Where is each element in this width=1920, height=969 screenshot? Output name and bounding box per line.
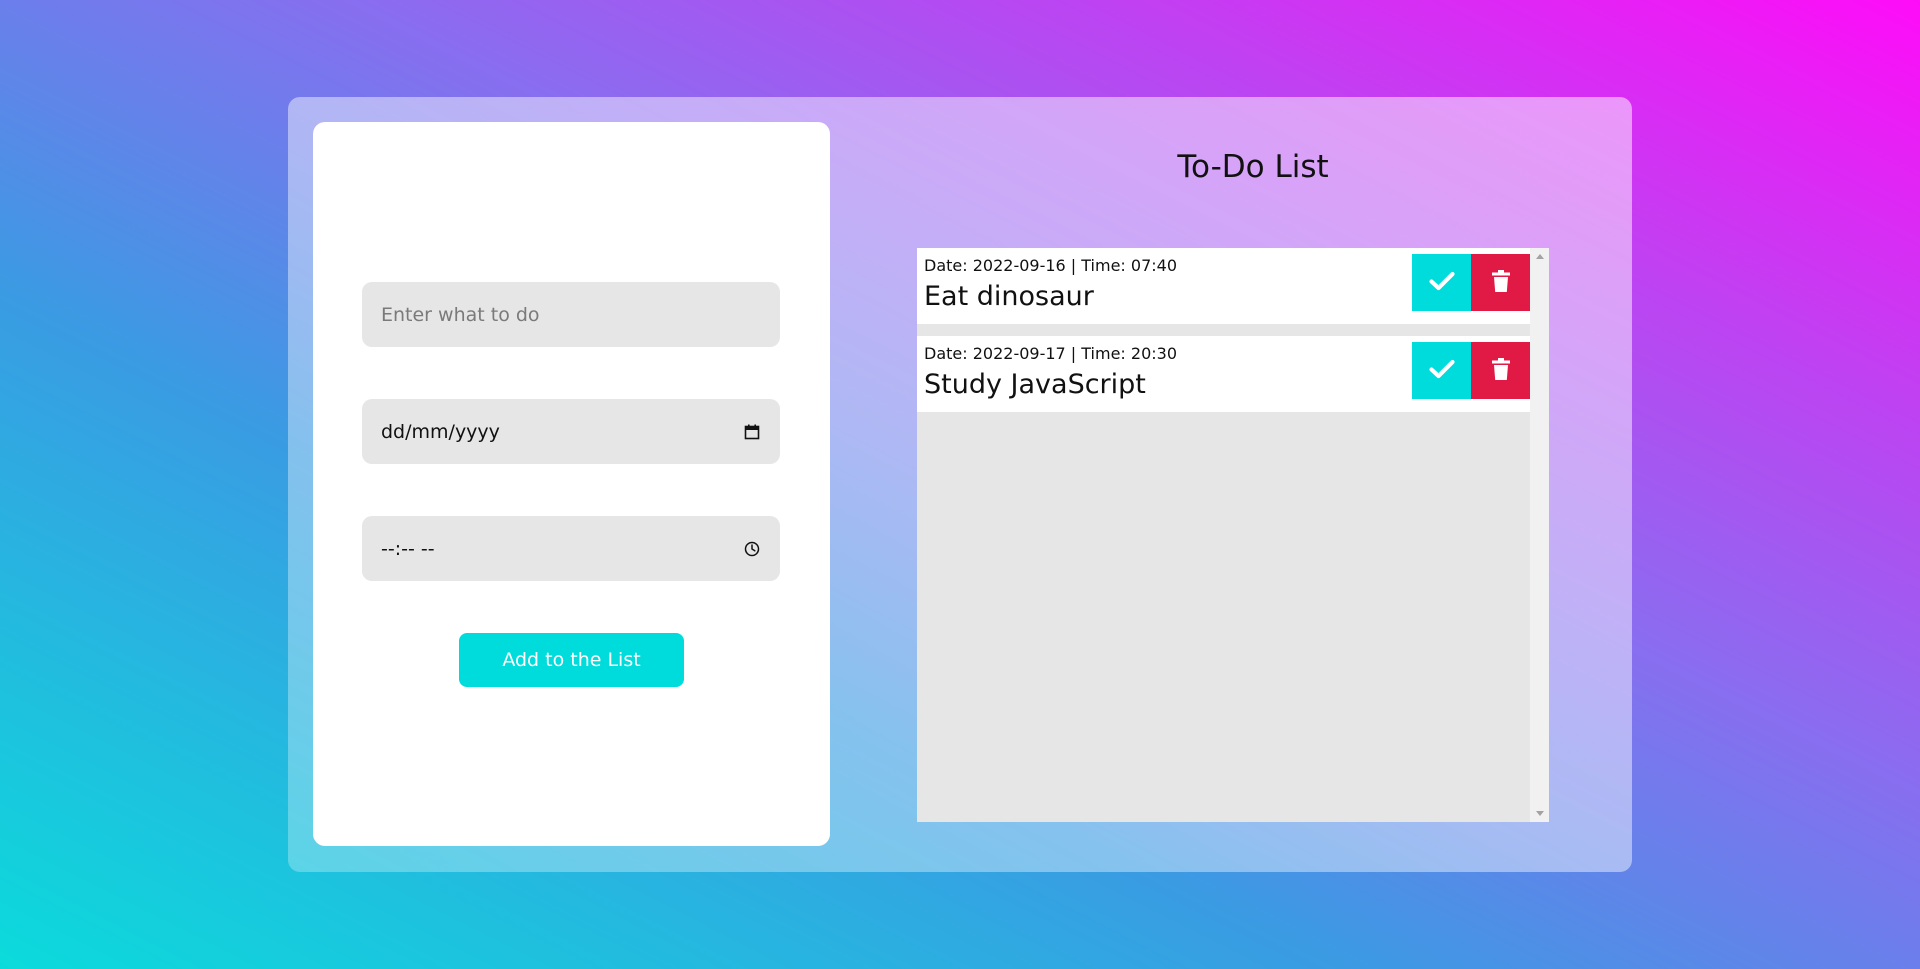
list-item: Date: 2022-09-16 | Time: 07:40 Eat dinos… [917,248,1530,324]
calendar-icon[interactable] [743,423,761,441]
task-form-card: Enter what to do dd/mm/yyyy --:-- -- Add… [313,122,830,846]
scroll-down-arrow-icon[interactable] [1536,811,1544,816]
list-item: Date: 2022-09-17 | Time: 20:30 Study Jav… [917,336,1530,412]
trash-icon [1491,269,1511,296]
task-input[interactable]: Enter what to do [362,282,780,347]
complete-task-button[interactable] [1412,254,1471,311]
date-input[interactable]: dd/mm/yyyy [362,399,780,464]
complete-task-button[interactable] [1412,342,1471,399]
time-input[interactable]: --:-- -- [362,516,780,581]
date-input-value: dd/mm/yyyy [381,420,500,443]
delete-task-button[interactable] [1471,254,1530,311]
task-date-time: Date: 2022-09-16 | Time: 07:40 [924,256,1178,275]
check-icon [1428,271,1455,295]
todo-app-container: Enter what to do dd/mm/yyyy --:-- -- Add… [288,97,1632,872]
task-input-placeholder: Enter what to do [381,303,540,326]
time-input-value: --:-- -- [381,537,435,560]
scroll-up-arrow-icon[interactable] [1536,254,1544,259]
task-name: Study JavaScript [924,369,1146,400]
task-date-time: Date: 2022-09-17 | Time: 20:30 [924,344,1178,363]
delete-task-button[interactable] [1471,342,1530,399]
task-name: Eat dinosaur [924,281,1094,312]
check-icon [1428,359,1455,383]
add-to-list-button[interactable]: Add to the List [459,633,684,687]
page-title: To-Do List [1177,149,1329,185]
trash-icon [1491,357,1511,384]
clock-icon[interactable] [743,540,761,558]
list-scrollbar[interactable] [1530,248,1549,822]
todo-list[interactable] [917,248,1530,822]
